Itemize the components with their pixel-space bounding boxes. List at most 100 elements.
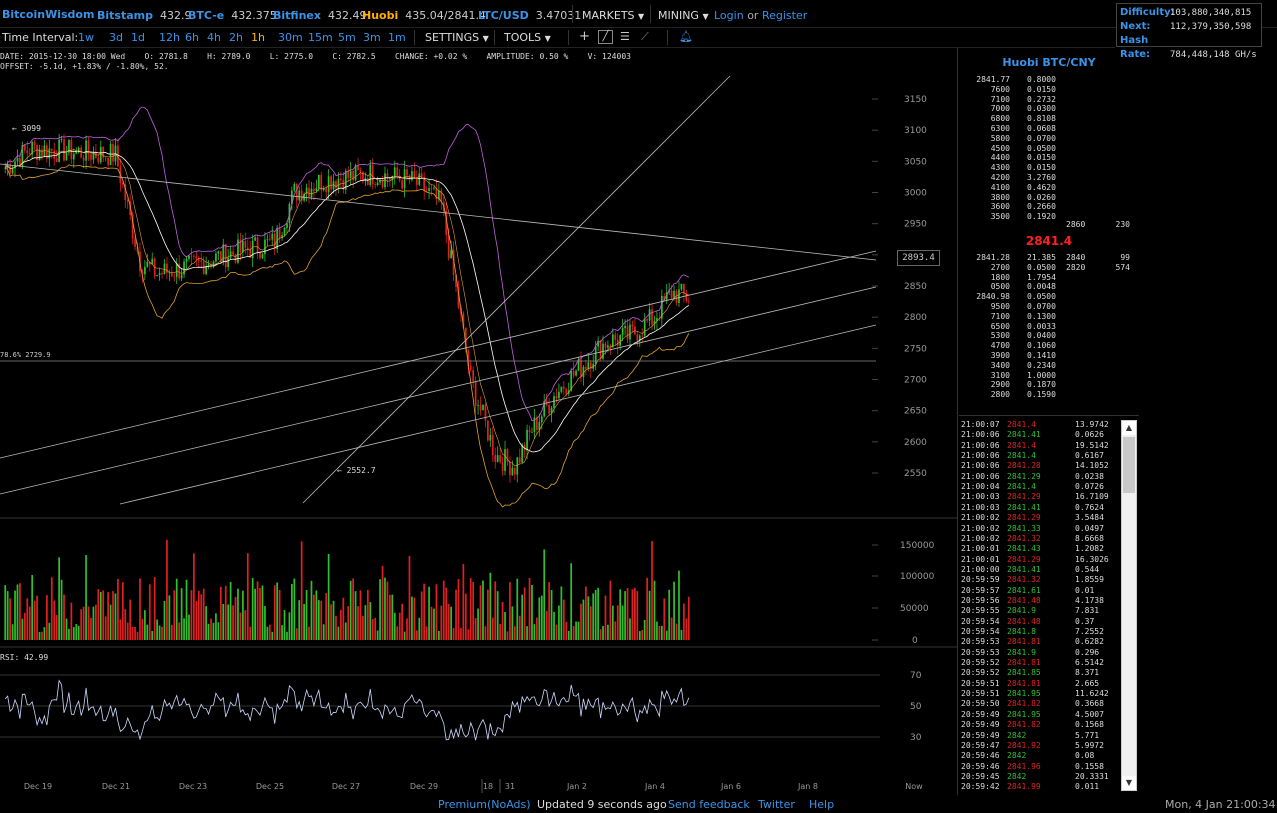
twitter-link[interactable]: Twitter bbox=[758, 798, 795, 811]
candle-body bbox=[403, 169, 406, 189]
interval-5m[interactable]: 5m bbox=[338, 31, 356, 44]
volume-bar bbox=[193, 553, 195, 640]
register-link[interactable]: Register bbox=[762, 9, 807, 22]
trend-line bbox=[0, 250, 877, 459]
bid-price: 2840.98 bbox=[976, 292, 1010, 302]
trend-line bbox=[302, 75, 731, 504]
ask-volume: 0.0150 bbox=[1027, 84, 1056, 94]
mining-menu[interactable]: MINING ▼ bbox=[658, 9, 709, 22]
volume-bar bbox=[440, 605, 443, 640]
exchange-ltcusd[interactable]: LTC/USD 3.47031 bbox=[478, 9, 581, 22]
exchange-huobi[interactable]: Huobi 435.04/2841.4 bbox=[362, 9, 486, 22]
volume-bar bbox=[533, 624, 536, 640]
trade-amount: 13.9742 bbox=[1075, 420, 1109, 429]
candle-body bbox=[607, 345, 609, 348]
volume-bar bbox=[413, 597, 416, 640]
exchange-btce[interactable]: BTC-e 432.375 bbox=[188, 9, 277, 22]
interval-15m[interactable]: 15m bbox=[308, 31, 333, 44]
top-bar: BitcoinWisdom Bitstamp 432.9 BTC-e 432.375… bbox=[0, 0, 1277, 28]
candle-body bbox=[33, 142, 36, 146]
volume-bar bbox=[570, 563, 573, 640]
volume-bar bbox=[401, 603, 403, 640]
candle-body bbox=[433, 187, 435, 189]
trade-time: 20:59:42 bbox=[961, 782, 1000, 792]
trade-row: 21:00:06 2841.28 14.1052 bbox=[961, 461, 1121, 471]
interval-30m[interactable]: 30m bbox=[278, 31, 303, 44]
bid-row: 0500 0.0048 bbox=[958, 282, 1140, 292]
volume-bar bbox=[271, 631, 274, 640]
markets-menu[interactable]: MARKETS ▼ bbox=[582, 9, 644, 22]
candle-body bbox=[393, 167, 396, 177]
volume-bar bbox=[668, 589, 671, 640]
candle-body bbox=[180, 274, 183, 279]
candle-body bbox=[215, 253, 217, 262]
candle-body bbox=[259, 252, 261, 258]
feedback-link[interactable]: Send feedback bbox=[668, 798, 750, 811]
scroll-down-icon[interactable]: ▼ bbox=[1122, 776, 1136, 790]
interval-1w[interactable]: 1w bbox=[78, 31, 94, 44]
price-axis-label: 2650 bbox=[904, 407, 927, 417]
settings-menu[interactable]: SETTINGS ▼ bbox=[425, 31, 489, 44]
candle-body bbox=[678, 289, 680, 303]
volume-bar bbox=[63, 594, 65, 640]
trade-price: 2841.85 bbox=[1007, 668, 1041, 678]
bell-icon[interactable]: 🔔︎ bbox=[679, 30, 693, 43]
candle-body bbox=[242, 241, 244, 253]
price-chart[interactable]: 78.6% 2729.9 ← 3099 ← 2552.7 RSI: 42.99 31… bbox=[0, 48, 957, 795]
candle-body bbox=[273, 233, 276, 250]
interval-2h[interactable]: 2h bbox=[229, 31, 243, 44]
bid-volume: 0.0400 bbox=[1027, 331, 1056, 341]
volume-bar bbox=[197, 590, 200, 640]
scroll-up-icon[interactable]: ▲ bbox=[1122, 421, 1136, 435]
exchange-bitstamp[interactable]: Bitstamp 432.9 bbox=[97, 9, 191, 22]
chevron-down-icon: ▼ bbox=[638, 12, 645, 21]
candle-body bbox=[575, 370, 577, 376]
current-price-tag: 2893.4 bbox=[897, 250, 940, 266]
interval-12h[interactable]: 12h bbox=[159, 31, 180, 44]
candle-body bbox=[349, 170, 352, 179]
crosshair-icon[interactable]: + bbox=[579, 29, 590, 44]
interval-3d[interactable]: 3d bbox=[109, 31, 123, 44]
volume-bar bbox=[31, 575, 34, 640]
network-stats-panel: Difficulty:103,880,340,815 Next: 112,379,… bbox=[1116, 3, 1262, 60]
interval-1m[interactable]: 1m bbox=[388, 31, 406, 44]
volume-bar bbox=[229, 581, 232, 640]
interval-6h[interactable]: 6h bbox=[185, 31, 199, 44]
trade-price: 2841.9 bbox=[1007, 606, 1036, 616]
login-link[interactable]: Login bbox=[714, 9, 744, 22]
volume-bar bbox=[489, 572, 492, 640]
candle-body bbox=[337, 178, 340, 189]
exchange-bitfinex[interactable]: Bitfinex 432.49 bbox=[273, 9, 366, 22]
fibonacci-icon[interactable]: ☰ bbox=[620, 30, 630, 43]
volume-bar bbox=[175, 578, 178, 640]
premium-link[interactable]: Premium(NoAds) bbox=[438, 798, 531, 811]
volume-bar bbox=[317, 600, 320, 640]
eraser-icon[interactable]: ⟋ bbox=[641, 30, 649, 44]
or-text: or bbox=[747, 9, 759, 22]
trades-scrollbar[interactable]: ▲ ▼ bbox=[1121, 420, 1137, 791]
volume-bar bbox=[288, 612, 291, 640]
volume-bar bbox=[249, 626, 252, 640]
trade-price: 2841.4 bbox=[1007, 451, 1036, 461]
volume-bar bbox=[398, 612, 401, 640]
interval-3m[interactable]: 3m bbox=[363, 31, 381, 44]
trade-price: 2841.81 bbox=[1007, 678, 1041, 688]
interval-1d[interactable]: 1d bbox=[131, 31, 145, 44]
tools-menu[interactable]: TOOLS ▼ bbox=[504, 31, 551, 44]
volume-bar bbox=[276, 582, 279, 640]
candle-body bbox=[548, 405, 550, 414]
volume-bar bbox=[359, 590, 362, 640]
trade-amount: 2.665 bbox=[1075, 678, 1100, 688]
draw-line-icon[interactable]: ╱ bbox=[598, 30, 613, 44]
brand-logo[interactable]: BitcoinWisdom bbox=[2, 8, 94, 21]
trade-time: 21:00:01 bbox=[961, 554, 1000, 564]
help-link[interactable]: Help bbox=[809, 798, 834, 811]
volume-bar bbox=[46, 595, 48, 640]
volume-bar bbox=[567, 630, 570, 640]
bid-row: 3100 1.0000 bbox=[958, 371, 1140, 381]
interval-1h[interactable]: 1h bbox=[251, 31, 265, 44]
candle-body bbox=[325, 188, 328, 193]
scroll-thumb[interactable] bbox=[1123, 437, 1135, 493]
interval-4h[interactable]: 4h bbox=[207, 31, 221, 44]
volume-bar bbox=[528, 578, 531, 640]
